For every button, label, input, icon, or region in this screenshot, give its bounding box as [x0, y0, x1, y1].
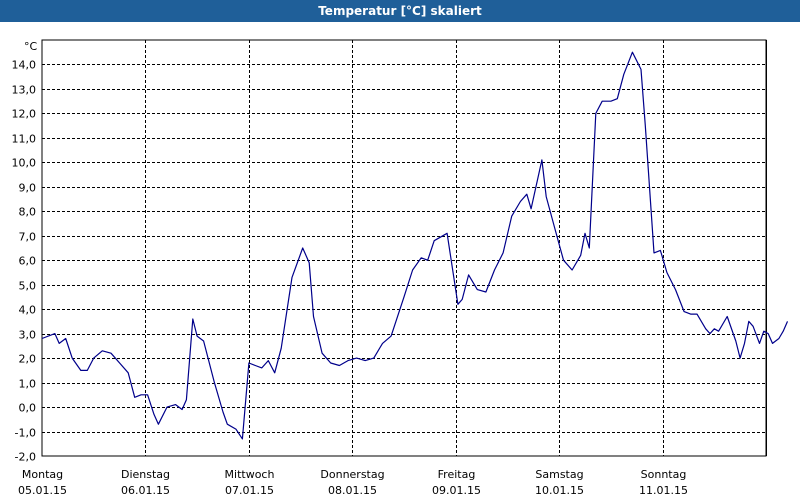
temperature-line — [41, 51, 789, 440]
x-tick-date: 08.01.15 — [328, 484, 377, 497]
y-tick-label: 10,0 — [12, 157, 37, 170]
x-tick-day: Sonntag — [641, 468, 687, 481]
y-tick-label: 3,0 — [19, 329, 37, 342]
x-tick-day: Freitag — [438, 468, 476, 481]
x-tick-day: Dienstag — [121, 468, 170, 481]
y-tick-label: 0,0 — [19, 402, 37, 415]
x-tick-date: 05.01.15 — [18, 484, 67, 497]
x-tick-day: Montag — [22, 468, 63, 481]
x-tick-day: Mittwoch — [225, 468, 275, 481]
x-tick-date: 07.01.15 — [225, 484, 274, 497]
y-tick-label: 2,0 — [19, 353, 37, 366]
y-tick-label: 14,0 — [12, 59, 37, 72]
chart-window: Temperatur [°C] skaliert -2,0 -1,0 0,0 1,0 2… — [0, 0, 800, 500]
y-tick-label: 9,0 — [19, 182, 37, 195]
y-tick-label: 5,0 — [19, 280, 37, 293]
y-tick-label: 13,0 — [12, 84, 37, 97]
x-tick-date: 06.01.15 — [121, 484, 170, 497]
x-tick-date: 10.01.15 — [535, 484, 584, 497]
x-tick-date: 11.01.15 — [639, 484, 688, 497]
chart-title: Temperatur [°C] skaliert — [0, 0, 800, 22]
x-tick-day: Samstag — [535, 468, 583, 481]
x-tick-date: 09.01.15 — [432, 484, 481, 497]
y-tick-label: 12,0 — [12, 108, 37, 121]
y-tick-label: 7,0 — [19, 231, 37, 244]
y-tick-label: 1,0 — [19, 378, 37, 391]
y-tick-label: -1,0 — [15, 427, 36, 440]
y-tick-label: 4,0 — [19, 304, 37, 317]
y-tick-label: 6,0 — [19, 255, 37, 268]
plot-border — [41, 39, 767, 457]
x-tick-day: Donnerstag — [320, 468, 384, 481]
y-unit-label: °C — [24, 40, 38, 53]
y-tick-label: -2,0 — [15, 451, 36, 464]
y-tick-label: 8,0 — [19, 206, 37, 219]
y-tick-label: 11,0 — [12, 133, 37, 146]
line-chart: -2,0 -1,0 0,0 1,0 2,0 3,0 4,0 5,0 6,0 7,0 8,0 9,0 10… — [12, 39, 789, 497]
